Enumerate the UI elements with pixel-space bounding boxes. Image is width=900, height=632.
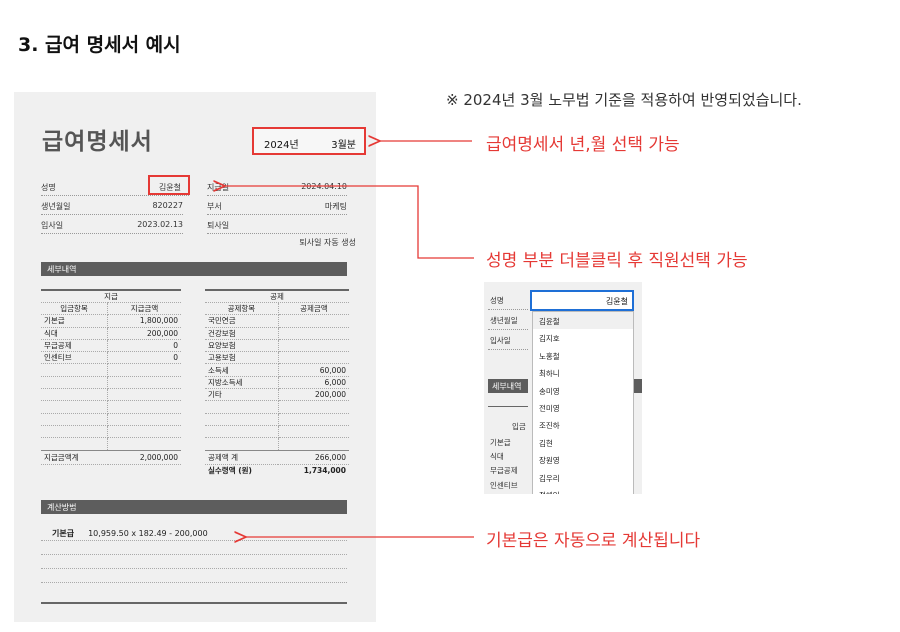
calc-annotation: 기본급은 자동으로 계산됩니다 (486, 531, 701, 551)
annotation-arrows (0, 0, 474, 632)
name-arrow (225, 186, 474, 259)
name-annotation: 성명 부분 더블클릭 후 직원선택 가능 (486, 251, 748, 271)
period-annotation: 급여명세서 년,월 선택 가능 (486, 135, 680, 155)
